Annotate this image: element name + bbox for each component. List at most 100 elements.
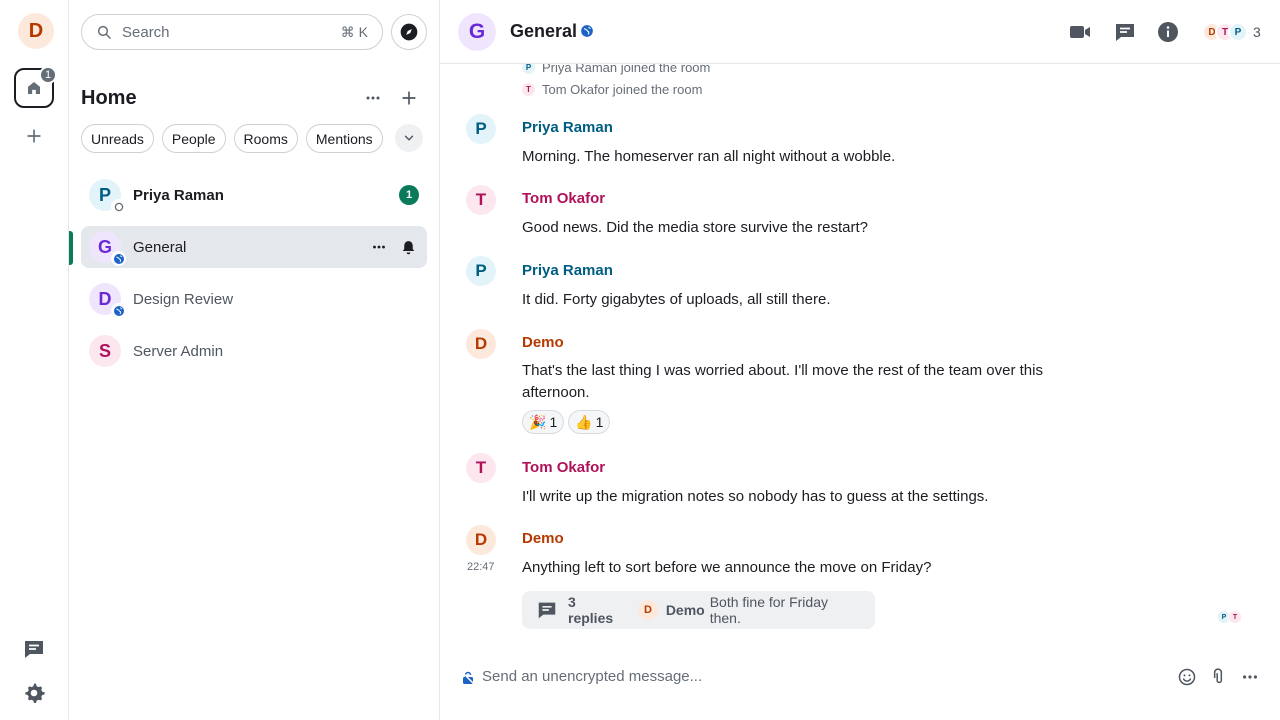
room-title[interactable]: General — [510, 21, 577, 42]
presence-icon — [111, 199, 126, 214]
public-globe-icon — [111, 303, 126, 318]
filter-mentions[interactable]: Mentions — [305, 124, 383, 153]
room-avatar: D — [89, 283, 126, 318]
reaction-emoji: 👍 — [575, 413, 593, 430]
sender-avatar[interactable]: T — [466, 453, 496, 483]
sender-avatar[interactable]: P — [466, 256, 496, 286]
room-item-design-review[interactable]: D Design Review — [81, 278, 427, 320]
video-call-icon[interactable] — [1068, 20, 1092, 44]
explore-rooms-button[interactable] — [391, 14, 427, 50]
tiny-avatar: T — [522, 83, 535, 96]
sender-name[interactable]: Demo — [522, 530, 564, 547]
room-avatar: G — [89, 231, 126, 266]
thread-author: Demo — [665, 602, 705, 618]
threads-icon — [536, 599, 558, 621]
sender-avatar[interactable]: P — [466, 114, 496, 144]
room-options-icon[interactable] — [370, 238, 388, 256]
more-options-icon[interactable] — [1240, 667, 1260, 687]
sender-avatar[interactable]: D — [466, 525, 496, 555]
public-globe-icon — [111, 251, 126, 266]
sender-name[interactable]: Demo — [522, 334, 564, 351]
message-body: Anything left to sort before we announce… — [522, 559, 932, 576]
emoji-icon[interactable] — [1177, 667, 1197, 687]
thread-reply-count: 3 replies — [568, 594, 614, 626]
room-name: Design Review — [133, 290, 234, 308]
reaction-pill[interactable]: 🎉 1 — [522, 410, 565, 434]
filter-unreads[interactable]: Unreads — [81, 124, 154, 153]
sender-avatar[interactable]: T — [466, 185, 496, 215]
chevron-down-icon — [402, 131, 416, 145]
room-name: Server Admin — [133, 342, 224, 360]
tiny-avatar: P — [522, 64, 535, 74]
notification-bell-icon[interactable] — [400, 239, 417, 256]
filters-expand-button[interactable] — [395, 124, 423, 152]
sender-name[interactable]: Priya Raman — [522, 119, 613, 136]
search-icon — [96, 24, 112, 40]
room-item-priya-raman[interactable]: P Priya Raman 1 — [81, 174, 427, 216]
search-placeholder: Search — [122, 23, 170, 41]
message-input[interactable]: Send an unencrypted message... — [482, 668, 702, 685]
reaction-emoji: 🎉 — [529, 413, 547, 430]
member-count[interactable]: 3 — [1253, 24, 1261, 40]
room-view: G General D T P 3 P Priya Raman joined t… — [440, 0, 1280, 720]
message-body: Morning. The homeserver ran all night wi… — [522, 148, 896, 165]
unencrypted-icon — [462, 671, 474, 685]
filter-people[interactable]: People — [161, 124, 226, 153]
compass-icon — [399, 22, 419, 42]
membership-text: Priya Raman joined the room — [542, 64, 711, 75]
space-rail: D 1 — [0, 0, 69, 720]
message-composer: Send an unencrypted message... — [440, 650, 1280, 706]
home-options-icon[interactable] — [363, 88, 383, 108]
read-receipt-avatar: T — [1228, 610, 1242, 624]
room-info-icon[interactable] — [1156, 20, 1180, 44]
home-icon — [25, 79, 43, 97]
message-body: Good news. Did the media store survive t… — [522, 219, 868, 236]
sender-name[interactable]: Tom Okafor — [522, 459, 605, 476]
room-avatar: P — [89, 179, 126, 214]
membership-text: Tom Okafor joined the room — [542, 82, 703, 97]
user-avatar[interactable]: D — [18, 13, 54, 49]
settings-gear-icon[interactable] — [22, 681, 46, 705]
threads-icon[interactable] — [22, 637, 46, 661]
add-room-icon[interactable] — [399, 88, 419, 108]
room-item-server-admin[interactable]: S Server Admin — [81, 330, 427, 372]
active-room-indicator — [69, 231, 73, 265]
attachment-icon[interactable] — [1208, 667, 1228, 687]
room-filters: Unreads People Rooms Mentions — [81, 124, 383, 153]
thread-summary[interactable]: 3 replies D Demo Both fine for Friday th… — [522, 591, 875, 629]
thread-author-avatar: D — [638, 600, 658, 620]
sender-name[interactable]: Tom Okafor — [522, 190, 605, 207]
room-header: G General D T P 3 — [440, 0, 1280, 64]
home-title: Home — [81, 87, 137, 109]
reaction-count: 1 — [595, 414, 604, 430]
member-face: P — [1228, 22, 1248, 42]
message-body: It did. Forty gigabytes of uploads, all … — [522, 291, 831, 308]
room-avatar[interactable]: G — [458, 13, 496, 51]
room-name: Priya Raman — [133, 186, 224, 204]
room-item-general[interactable]: G General — [81, 226, 427, 268]
membership-event: P Priya Raman joined the room — [522, 64, 710, 75]
membership-event: T Tom Okafor joined the room — [522, 82, 702, 97]
reaction-pill[interactable]: 👍 1 — [568, 410, 611, 434]
message-body: That's the last thing I was worried abou… — [522, 362, 1043, 401]
message-timeline: P Priya Raman joined the room T Tom Okaf… — [440, 64, 1280, 644]
home-unread-badge: 1 — [39, 66, 57, 84]
message-body: I'll write up the migration notes so nob… — [522, 488, 989, 505]
thread-preview: Both fine for Friday then. — [709, 594, 828, 626]
sender-avatar[interactable]: D — [466, 329, 496, 359]
sender-name[interactable]: Priya Raman — [522, 262, 613, 279]
create-space-icon[interactable] — [24, 126, 44, 146]
search-box[interactable]: Search ⌘ K — [81, 14, 383, 50]
reaction-count: 1 — [549, 414, 558, 430]
threads-icon[interactable] — [1113, 20, 1137, 44]
reaction-row: 🎉 1 👍 1 — [522, 410, 611, 434]
search-shortcut: ⌘ K — [340, 23, 368, 40]
member-faces[interactable]: D T P — [1202, 22, 1248, 42]
room-avatar: S — [89, 335, 121, 367]
read-receipts[interactable]: P T — [1217, 610, 1242, 624]
room-name: General — [133, 238, 187, 256]
room-list-panel: Search ⌘ K Home Unreads People Rooms Men… — [69, 0, 440, 720]
public-globe-icon — [580, 24, 594, 38]
unread-badge: 1 — [399, 185, 419, 205]
filter-rooms[interactable]: Rooms — [233, 124, 298, 153]
